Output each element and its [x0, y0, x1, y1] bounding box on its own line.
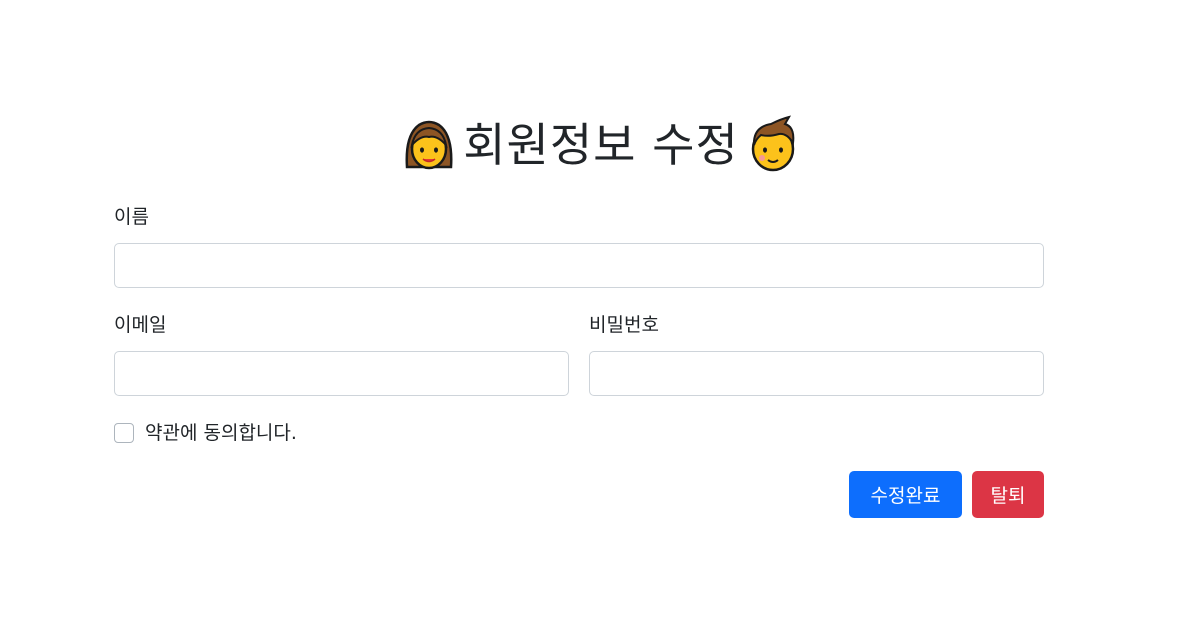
- withdraw-button[interactable]: 탈퇴: [972, 471, 1044, 518]
- page-title: 회원정보 수정: [0, 112, 1202, 178]
- edit-profile-page: 회원정보 수정 이름 이메일 비밀번호 약관에 동의합니다. 수정완료 탈퇴: [0, 0, 1202, 628]
- man-emoji-icon: [743, 115, 803, 175]
- name-input[interactable]: [114, 243, 1044, 288]
- agree-terms-checkbox[interactable]: [114, 423, 134, 443]
- submit-edit-button[interactable]: 수정완료: [849, 471, 962, 518]
- password-input[interactable]: [589, 351, 1044, 396]
- email-input[interactable]: [114, 351, 569, 396]
- name-label: 이름: [114, 206, 149, 228]
- page-title-text: 회원정보 수정: [463, 118, 739, 172]
- password-label: 비밀번호: [589, 314, 659, 336]
- woman-emoji-icon: [399, 115, 459, 175]
- email-label: 이메일: [114, 314, 167, 336]
- agree-terms-label[interactable]: 약관에 동의합니다.: [145, 421, 297, 445]
